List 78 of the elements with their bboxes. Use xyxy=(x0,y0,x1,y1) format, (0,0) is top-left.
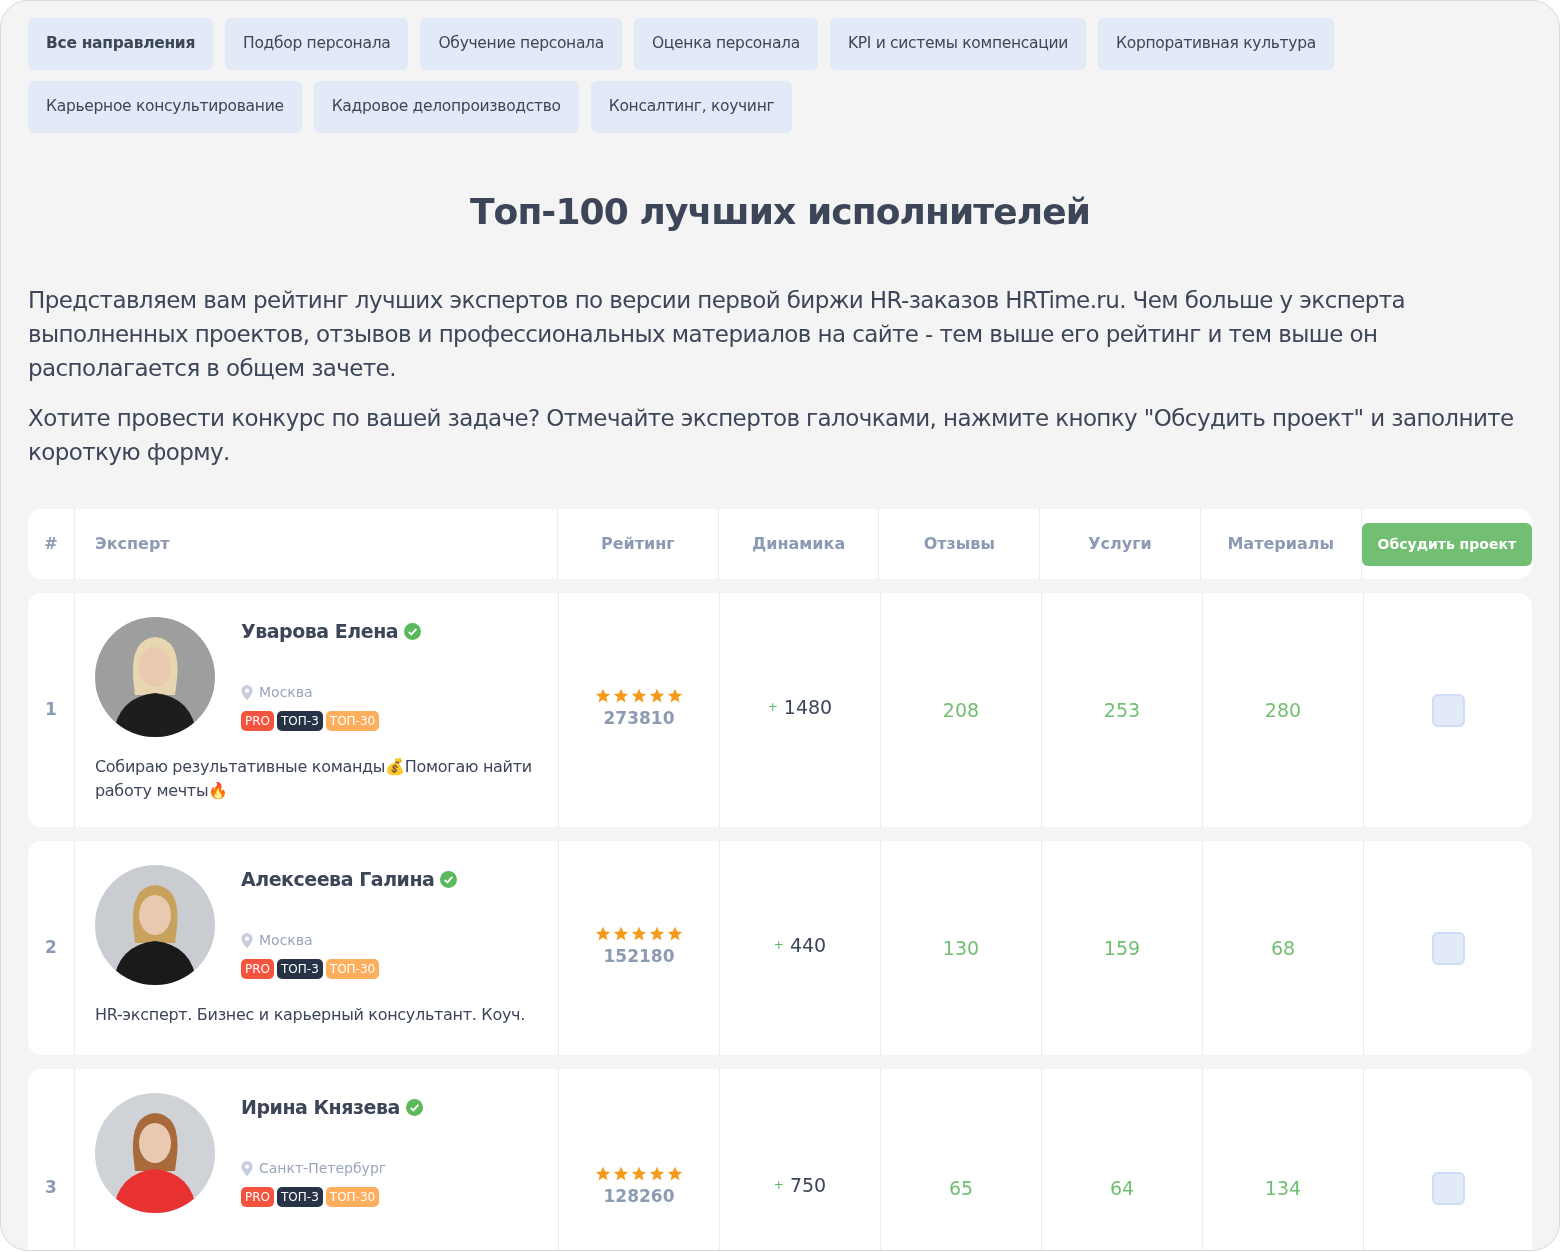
select-checkbox[interactable] xyxy=(1431,1171,1465,1205)
materials-count: 68 xyxy=(1270,935,1296,961)
dynamics-value: 440 xyxy=(789,932,827,958)
materials-count: 280 xyxy=(1264,697,1302,723)
filter-tab[interactable]: Консалтинг, коучинг xyxy=(590,81,793,133)
star-icon xyxy=(613,926,629,943)
status-badge: ТОП-30 xyxy=(325,710,380,731)
rating-score: 128260 xyxy=(603,1185,675,1209)
star-icon xyxy=(613,1166,629,1183)
status-badge: ТОП-3 xyxy=(277,710,323,731)
dynamics-value: 750 xyxy=(789,1172,827,1198)
status-badge: PRO xyxy=(241,1186,275,1207)
filter-tab[interactable]: Карьерное консультирование xyxy=(28,81,302,133)
filter-tab[interactable]: Корпоративная культура xyxy=(1098,18,1334,70)
location-pin-icon xyxy=(241,684,253,700)
star-icon xyxy=(649,1166,665,1183)
status-badge: ТОП-30 xyxy=(325,1186,380,1207)
expert-name[interactable]: Алексеева Галина xyxy=(241,865,435,894)
select-checkbox[interactable] xyxy=(1431,693,1465,727)
star-icon xyxy=(649,926,665,943)
rating-score: 152180 xyxy=(603,945,675,969)
select-checkbox[interactable] xyxy=(1431,931,1465,965)
status-badge: ТОП-30 xyxy=(325,958,380,979)
services-count: 64 xyxy=(1109,1175,1135,1201)
expert-name[interactable]: Уварова Елена xyxy=(241,617,399,646)
rank-number: 2 xyxy=(45,936,57,960)
filter-tab[interactable]: Оценка персонала xyxy=(633,18,818,70)
filter-tab[interactable]: Обучение персонала xyxy=(420,18,622,70)
filter-tab[interactable]: Подбор персонала xyxy=(225,18,409,70)
filter-tab[interactable]: Кадровое делопроизводство xyxy=(313,81,579,133)
city-label: Санкт-Петербург xyxy=(259,1158,387,1178)
filter-tab[interactable]: Все направления xyxy=(28,18,214,70)
column-header: # xyxy=(44,533,58,555)
column-header: Динамика xyxy=(751,533,846,555)
status-badge: ТОП-3 xyxy=(277,1186,323,1207)
location-pin-icon xyxy=(241,932,253,948)
reviews-count: 130 xyxy=(942,935,980,961)
star-icon xyxy=(631,688,647,705)
expert-bio: HR-эксперт. Бизнес и карьерный консультант. Коуч. xyxy=(95,1004,526,1026)
reviews-count: 208 xyxy=(942,697,980,723)
column-header: Услуги xyxy=(1088,533,1152,555)
star-icon xyxy=(613,688,629,705)
star-icon xyxy=(667,688,683,705)
intro-paragraph: Хотите провести конкурс по вашей задаче? Отмечайте экспертов галочками, нажмите кнопку "Обсудить проект" и заполните короткую форму. xyxy=(28,404,1515,467)
reviews-count: 65 xyxy=(948,1175,974,1201)
star-icon xyxy=(631,1166,647,1183)
status-badge: PRO xyxy=(241,958,275,979)
intro-paragraph: Представляем вам рейтинг лучших экспертов по версии первой биржи HR-заказов HRTime.ru. Чем больше у эксперта выполненных проектов, отзывов и профессиональных материалов на сайте - тем выше его рейтинг и тем выше он располагается в общем зачете. xyxy=(28,286,1406,383)
star-icon xyxy=(667,1166,683,1183)
services-count: 159 xyxy=(1103,935,1141,961)
star-icon xyxy=(631,926,647,943)
dynamics-value: 1480 xyxy=(783,694,833,720)
page-title: Топ-100 лучших исполнителей xyxy=(468,190,1092,234)
plus-sign: + xyxy=(767,699,778,716)
city-label: Москва xyxy=(259,930,313,950)
column-header: Отзывы xyxy=(923,533,995,555)
expert-name[interactable]: Ирина Князева xyxy=(241,1093,400,1122)
star-icon xyxy=(667,926,683,943)
star-icon xyxy=(595,926,611,943)
plus-sign: + xyxy=(773,937,784,954)
plus-sign: + xyxy=(773,1177,784,1194)
city-label: Москва xyxy=(259,682,313,702)
star-icon xyxy=(595,688,611,705)
status-badge: ТОП-3 xyxy=(277,958,323,979)
rank-number: 1 xyxy=(45,698,57,722)
location-pin-icon xyxy=(241,1160,253,1176)
status-badge: PRO xyxy=(241,710,275,731)
filter-tab[interactable]: KPI и системы компенсации xyxy=(829,18,1086,70)
materials-count: 134 xyxy=(1264,1175,1302,1201)
column-header: Материалы xyxy=(1227,533,1334,555)
expert-bio: Собираю результативные команды💰Помогаю найти работу мечты🔥 xyxy=(95,756,533,802)
column-header: Рейтинг xyxy=(601,533,675,555)
star-icon xyxy=(595,1166,611,1183)
rating-score: 273810 xyxy=(603,707,675,731)
star-icon xyxy=(649,688,665,705)
services-count: 253 xyxy=(1103,697,1141,723)
rank-number: 3 xyxy=(45,1176,57,1200)
column-header: Эксперт xyxy=(94,533,170,555)
